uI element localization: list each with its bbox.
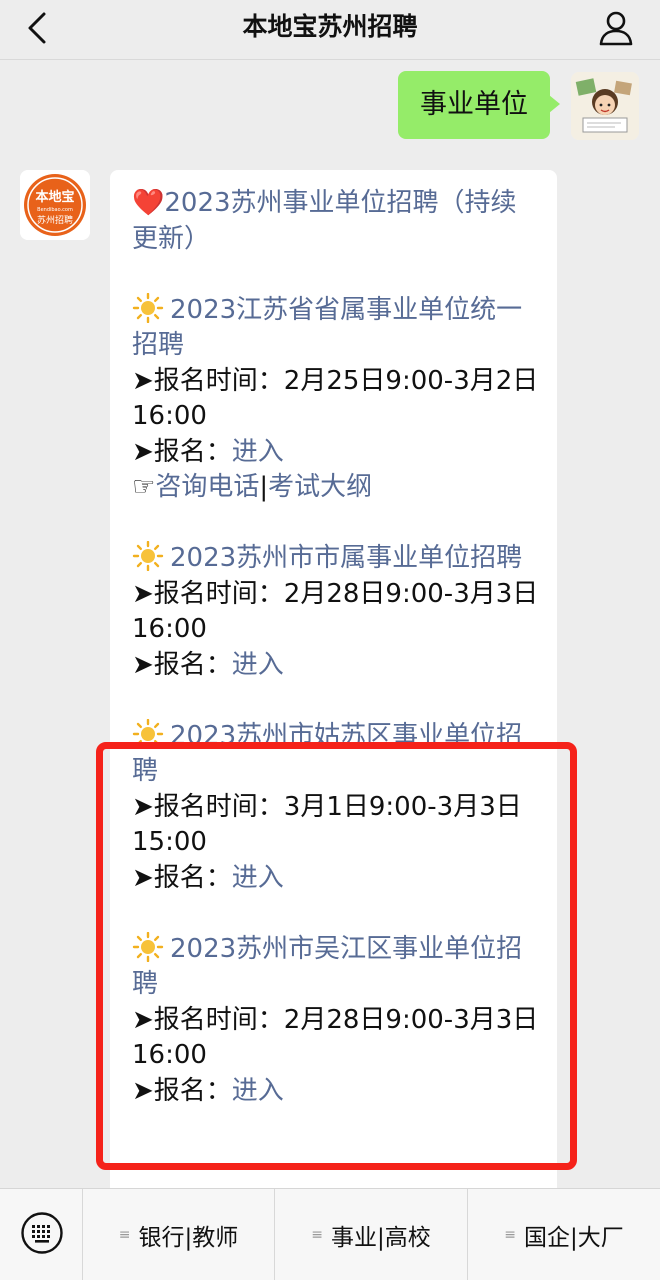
signup-row: ➤报名：进入 (132, 436, 284, 467)
bottom-menu-bar: ≡ 银行|教师 ≡ 事业|高校 ≡ 国企|大厂 (0, 1188, 660, 1280)
job-title-link[interactable]: 2023苏州市市属事业单位招聘 (170, 543, 522, 573)
cartoon-girl-icon (571, 72, 639, 140)
sun-icon (132, 541, 164, 571)
logo-text: 本地宝 (35, 189, 74, 205)
signup-row: ➤报名：进入 (132, 649, 284, 680)
person-icon[interactable] (596, 8, 636, 48)
logo-subtext: 苏州招聘 (37, 214, 73, 226)
menu-lines-icon: ≡ (311, 1227, 323, 1243)
job-item: 2023苏州市市属事业单位招聘 ➤报名时间：2月28日9:00-3月3日16:0… (132, 541, 539, 683)
pointing-hand-icon: ☞ (132, 472, 156, 502)
bendibao-logo-icon: 本地宝 Bendibao.com 苏州招聘 (20, 170, 90, 240)
job-item: 2023江苏省省属事业单位统一招聘 ➤报名时间：2月25日9:00-3月2日16… (132, 292, 539, 506)
consult-phone-link[interactable]: 咨询电话 (155, 472, 259, 502)
signup-time: ➤报名时间：2月28日9:00-3月3日16:00 (132, 578, 539, 645)
menu-lines-icon: ≡ (118, 1227, 131, 1243)
signup-link[interactable]: 进入 (232, 650, 284, 680)
menu-item-label: 银行|教师 (138, 1225, 239, 1251)
menu-item-label: 国企|大厂 (523, 1225, 624, 1251)
nav-bar: 本地宝苏州招聘 (0, 0, 660, 60)
menu-item-label: 事业|高校 (330, 1225, 431, 1251)
headline-section: ❤️2023苏州事业单位招聘（持续更新） (132, 186, 539, 257)
signup-link[interactable]: 进入 (232, 437, 284, 467)
extra-links-row: ☞咨询电话|考试大纲 (132, 472, 373, 502)
user-avatar[interactable] (571, 72, 639, 140)
heart-emoji: ❤️ (132, 188, 165, 218)
menu-lines-icon: ≡ (504, 1227, 516, 1243)
bendibao-avatar[interactable]: 本地宝 Bendibao.com 苏州招聘 (20, 170, 90, 240)
keyboard-icon[interactable] (20, 1211, 64, 1255)
outgoing-message-bubble[interactable]: 事业单位 (398, 71, 560, 139)
exam-outline-link[interactable]: 考试大纲 (268, 472, 372, 502)
menu-item-bank-teacher[interactable]: ≡ 银行|教师 (82, 1189, 274, 1280)
highlight-box (96, 742, 577, 1170)
menu-item-public-institution[interactable]: ≡ 事业|高校 (274, 1189, 467, 1280)
job-title-link[interactable]: 2023江苏省省属事业单位统一招聘 (132, 295, 522, 361)
sun-icon (132, 292, 164, 323)
signup-time: ➤报名时间：2月25日9:00-3月2日16:00 (132, 365, 539, 432)
logo-domain: Bendibao.com (37, 207, 73, 213)
menu-item-soe-bigcompany[interactable]: ≡ 国企|大厂 (467, 1189, 660, 1280)
page-title: 本地宝苏州招聘 (242, 12, 418, 41)
headline-link[interactable]: 2023苏州事业单位招聘（持续更新） (132, 188, 517, 254)
